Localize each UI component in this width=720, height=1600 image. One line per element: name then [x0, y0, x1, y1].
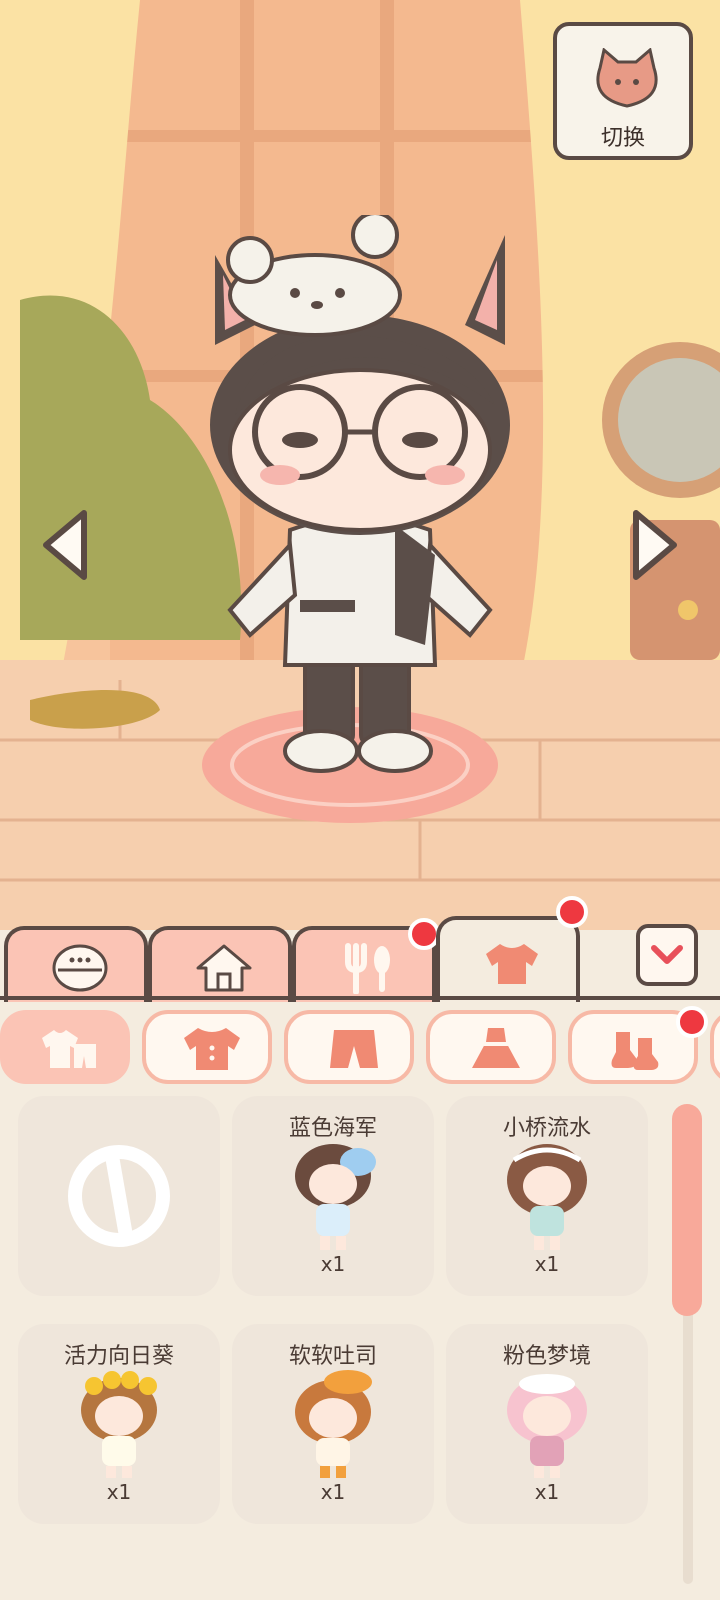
subcat-pants[interactable] [284, 1010, 414, 1084]
pants-icon [330, 1030, 378, 1068]
top-icon [184, 1028, 240, 1070]
prev-arrow-icon[interactable] [36, 505, 96, 585]
face-icon [52, 944, 108, 992]
outfit-qty: x1 [534, 1252, 560, 1276]
room-scene: 切换 [0, 0, 720, 930]
tabs-baseline [0, 996, 720, 1000]
all-clothes-icon [42, 1030, 96, 1068]
character-avatar[interactable] [195, 215, 535, 785]
outfit-qty: x1 [106, 1480, 132, 1504]
outfit-figure-icon [507, 1374, 587, 1478]
subcat-more[interactable] [710, 1010, 720, 1084]
cat-face-icon [596, 48, 658, 108]
outfit-figure-icon [81, 1371, 157, 1478]
outfit-card-none[interactable] [18, 1096, 220, 1296]
subcat-tops[interactable] [142, 1010, 272, 1084]
tab-clothes-badge [556, 896, 588, 928]
outfit-card[interactable]: 小桥流水 x1 [446, 1096, 648, 1296]
category-tabs [0, 896, 720, 1002]
outfit-qty: x1 [534, 1480, 560, 1504]
outfit-qty: x1 [320, 1252, 346, 1276]
none-icon [68, 1145, 170, 1247]
shirt-icon [486, 944, 538, 984]
scroll-thumb[interactable] [672, 1104, 702, 1316]
outfit-card[interactable]: 粉色梦境 x1 [446, 1324, 648, 1524]
outfit-figure-icon [295, 1144, 376, 1250]
house-icon [196, 944, 252, 992]
switch-button-label: 切换 [600, 126, 645, 151]
outfit-qty: x1 [320, 1480, 346, 1504]
tab-home[interactable] [148, 926, 292, 1002]
dress-icon [472, 1028, 520, 1068]
subcat-all[interactable] [0, 1010, 130, 1084]
socks-icon [611, 1032, 659, 1070]
collapse-button[interactable] [636, 924, 698, 986]
tab-clothes[interactable] [436, 916, 580, 1002]
outfit-figure-icon [295, 1370, 372, 1478]
tab-face[interactable] [4, 926, 148, 1002]
subcat-socks-badge [676, 1006, 708, 1038]
switch-button[interactable]: 切换 [553, 22, 693, 160]
outfit-grid: 蓝色海军 x1 小桥流水 x1 活力向日葵 x1 软软吐司 x1 粉色梦境 x1 [0, 1096, 670, 1596]
next-arrow-icon[interactable] [624, 505, 684, 585]
chevron-down-icon [651, 945, 683, 964]
subcat-dresses[interactable] [426, 1010, 556, 1084]
outfit-figure-icon [507, 1144, 587, 1250]
outfit-card[interactable]: 活力向日葵 x1 [18, 1324, 220, 1524]
outfit-card[interactable]: 软软吐司 x1 [232, 1324, 434, 1524]
outfit-card[interactable]: 蓝色海军 x1 [232, 1096, 434, 1296]
fork-spoon-icon [345, 943, 390, 994]
subcategory-bar [0, 1006, 720, 1090]
